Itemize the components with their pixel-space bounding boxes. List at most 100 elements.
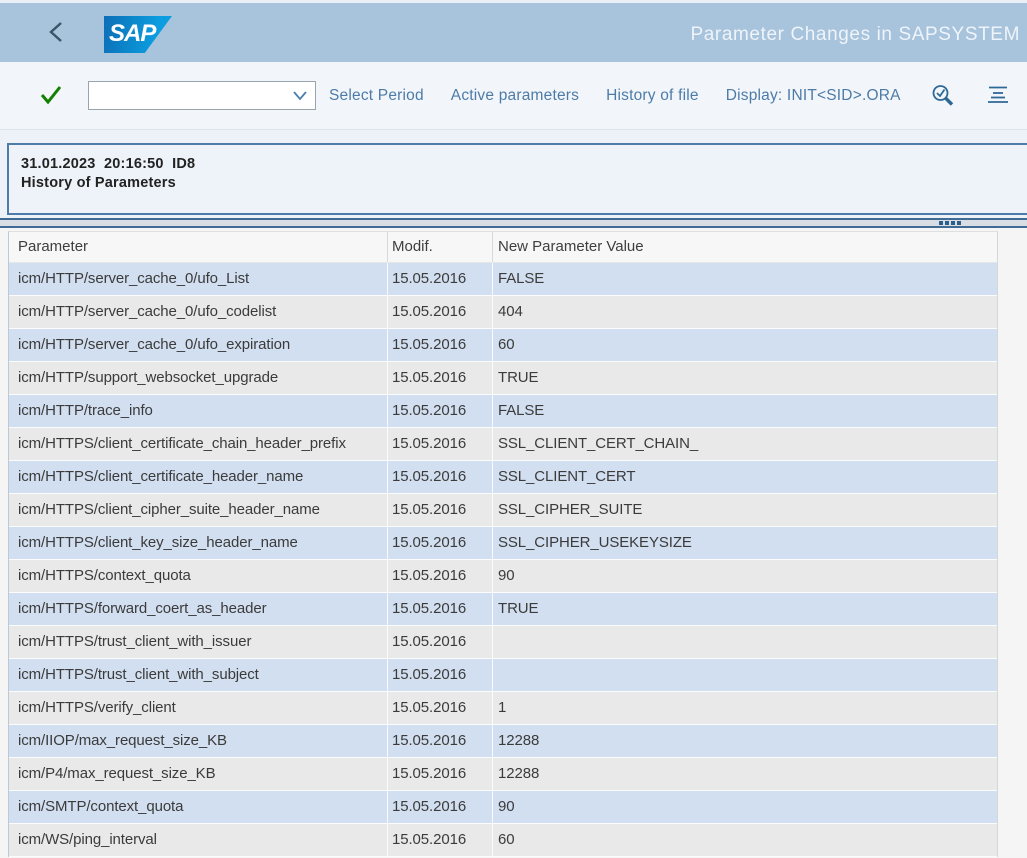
cell-new-parameter-value: 90 <box>493 791 997 823</box>
table-row[interactable]: icm/IIOP/max_request_size_KB15.05.201612… <box>9 725 997 758</box>
cell-parameter: icm/HTTPS/context_quota <box>9 560 388 592</box>
table-row[interactable]: icm/HTTPS/context_quota15.05.201690 <box>9 560 997 593</box>
cell-new-parameter-value: FALSE <box>493 395 997 427</box>
cell-parameter: icm/HTTP/trace_info <box>9 395 388 427</box>
splitter-bar[interactable] <box>0 218 1027 228</box>
table-row[interactable]: icm/HTTPS/forward_coert_as_header15.05.2… <box>9 593 997 626</box>
table-row[interactable]: icm/HTTP/server_cache_0/ufo_expiration15… <box>9 329 997 362</box>
stacked-lines-icon <box>985 83 1011 107</box>
cell-modif: 15.05.2016 <box>388 659 493 691</box>
table-row[interactable]: icm/HTTPS/verify_client15.05.20161 <box>9 692 997 725</box>
report-header-panel: 31.01.2023 20:16:50 ID8 History of Param… <box>7 143 1027 215</box>
table-row[interactable]: icm/WS/ping_interval15.05.201660 <box>9 824 997 857</box>
cell-new-parameter-value: 60 <box>493 824 997 856</box>
layout-list-button[interactable] <box>985 83 1011 109</box>
table-row[interactable]: icm/HTTP/server_cache_0/ufo_List15.05.20… <box>9 263 997 296</box>
cell-parameter: icm/HTTP/support_websocket_upgrade <box>9 362 388 394</box>
chevron-down-icon <box>291 88 309 104</box>
table-row[interactable]: icm/HTTPS/trust_client_with_subject15.05… <box>9 659 997 692</box>
column-header-parameter[interactable]: Parameter <box>9 232 388 262</box>
cell-parameter: icm/HTTPS/forward_coert_as_header <box>9 593 388 625</box>
command-combobox[interactable] <box>88 81 316 110</box>
find-button[interactable] <box>930 83 956 109</box>
search-check-icon <box>930 83 956 109</box>
table-row[interactable]: icm/HTTPS/client_certificate_chain_heade… <box>9 428 997 461</box>
report-title: History of Parameters <box>21 174 1017 193</box>
column-header-modif[interactable]: Modif. <box>388 232 493 262</box>
table-row[interactable]: icm/HTTPS/client_cipher_suite_header_nam… <box>9 494 997 527</box>
cell-parameter: icm/HTTPS/trust_client_with_subject <box>9 659 388 691</box>
cell-parameter: icm/HTTPS/trust_client_with_issuer <box>9 626 388 658</box>
cell-modif: 15.05.2016 <box>388 494 493 526</box>
active-parameters-button[interactable]: Active parameters <box>451 87 579 105</box>
cell-parameter: icm/HTTPS/client_key_size_header_name <box>9 527 388 559</box>
cell-new-parameter-value: SSL_CIPHER_USEKEYSIZE <box>493 527 997 559</box>
cell-new-parameter-value: SSL_CLIENT_CERT_CHAIN_ <box>493 428 997 460</box>
check-icon <box>38 83 64 107</box>
command-combobox-input[interactable] <box>89 82 291 109</box>
history-of-file-button[interactable]: History of file <box>606 87 699 105</box>
report-timestamp: 31.01.2023 20:16:50 ID8 <box>21 155 1017 174</box>
table-row[interactable]: icm/SMTP/context_quota15.05.201690 <box>9 791 997 824</box>
cell-modif: 15.05.2016 <box>388 758 493 790</box>
cell-new-parameter-value <box>493 626 997 658</box>
cell-new-parameter-value: 90 <box>493 560 997 592</box>
cell-new-parameter-value: SSL_CIPHER_SUITE <box>493 494 997 526</box>
toolbar: Select Period Active parameters History … <box>0 62 1027 130</box>
cell-new-parameter-value: 12288 <box>493 725 997 757</box>
cell-parameter: icm/P4/max_request_size_KB <box>9 758 388 790</box>
cell-parameter: icm/SMTP/context_quota <box>9 791 388 823</box>
cell-new-parameter-value: 404 <box>493 296 997 328</box>
cell-parameter: icm/WS/ping_interval <box>9 824 388 856</box>
cell-parameter: icm/HTTPS/verify_client <box>9 692 388 724</box>
cell-parameter: icm/HTTPS/client_cipher_suite_header_nam… <box>9 494 388 526</box>
cell-new-parameter-value: 12288 <box>493 758 997 790</box>
cell-modif: 15.05.2016 <box>388 329 493 361</box>
cell-modif: 15.05.2016 <box>388 461 493 493</box>
table-body: icm/HTTP/server_cache_0/ufo_List15.05.20… <box>9 263 997 857</box>
cell-modif: 15.05.2016 <box>388 428 493 460</box>
cell-modif: 15.05.2016 <box>388 692 493 724</box>
cell-modif: 15.05.2016 <box>388 593 493 625</box>
cell-parameter: icm/HTTP/server_cache_0/ufo_List <box>9 263 388 295</box>
cell-parameter: icm/HTTPS/client_certificate_chain_heade… <box>9 428 388 460</box>
table-row[interactable]: icm/HTTP/support_websocket_upgrade15.05.… <box>9 362 997 395</box>
display-init-sid-ora-button[interactable]: Display: INIT<SID>.ORA <box>726 87 901 105</box>
sap-logo: SAP <box>104 16 172 53</box>
cell-modif: 15.05.2016 <box>388 725 493 757</box>
cell-parameter: icm/HTTP/server_cache_0/ufo_codelist <box>9 296 388 328</box>
table-row[interactable]: icm/P4/max_request_size_KB15.05.20161228… <box>9 758 997 791</box>
confirm-button[interactable] <box>38 83 64 109</box>
page-title: Parameter Changes in SAPSYSTEM <box>690 3 1020 65</box>
splitter-handle-icon[interactable] <box>939 221 961 225</box>
back-chevron-icon <box>46 20 68 44</box>
sap-logo-text: SAP <box>104 16 172 52</box>
column-header-new-parameter-value[interactable]: New Parameter Value <box>493 232 997 262</box>
cell-new-parameter-value: TRUE <box>493 362 997 394</box>
cell-parameter: icm/IIOP/max_request_size_KB <box>9 725 388 757</box>
cell-new-parameter-value: FALSE <box>493 263 997 295</box>
cell-modif: 15.05.2016 <box>388 296 493 328</box>
table-row[interactable]: icm/HTTPS/client_key_size_header_name15.… <box>9 527 997 560</box>
cell-new-parameter-value: 1 <box>493 692 997 724</box>
table-row[interactable]: icm/HTTPS/trust_client_with_issuer15.05.… <box>9 626 997 659</box>
cell-new-parameter-value: TRUE <box>493 593 997 625</box>
cell-modif: 15.05.2016 <box>388 527 493 559</box>
cell-modif: 15.05.2016 <box>388 560 493 592</box>
table-row[interactable]: icm/HTTPS/client_certificate_header_name… <box>9 461 997 494</box>
cell-modif: 15.05.2016 <box>388 395 493 427</box>
cell-modif: 15.05.2016 <box>388 791 493 823</box>
cell-parameter: icm/HTTP/server_cache_0/ufo_expiration <box>9 329 388 361</box>
cell-parameter: icm/HTTPS/client_certificate_header_name <box>9 461 388 493</box>
table-row[interactable]: icm/HTTP/server_cache_0/ufo_codelist15.0… <box>9 296 997 329</box>
table-row[interactable]: icm/HTTP/trace_info15.05.2016FALSE <box>9 395 997 428</box>
cell-modif: 15.05.2016 <box>388 824 493 856</box>
table-header-row: Parameter Modif. New Parameter Value <box>9 232 997 263</box>
back-button[interactable] <box>44 20 70 46</box>
cell-new-parameter-value: 60 <box>493 329 997 361</box>
cell-new-parameter-value: SSL_CLIENT_CERT <box>493 461 997 493</box>
top-header-bar: SAP Parameter Changes in SAPSYSTEM <box>0 0 1027 62</box>
select-period-button[interactable]: Select Period <box>329 87 424 105</box>
cell-new-parameter-value <box>493 659 997 691</box>
cell-modif: 15.05.2016 <box>388 362 493 394</box>
